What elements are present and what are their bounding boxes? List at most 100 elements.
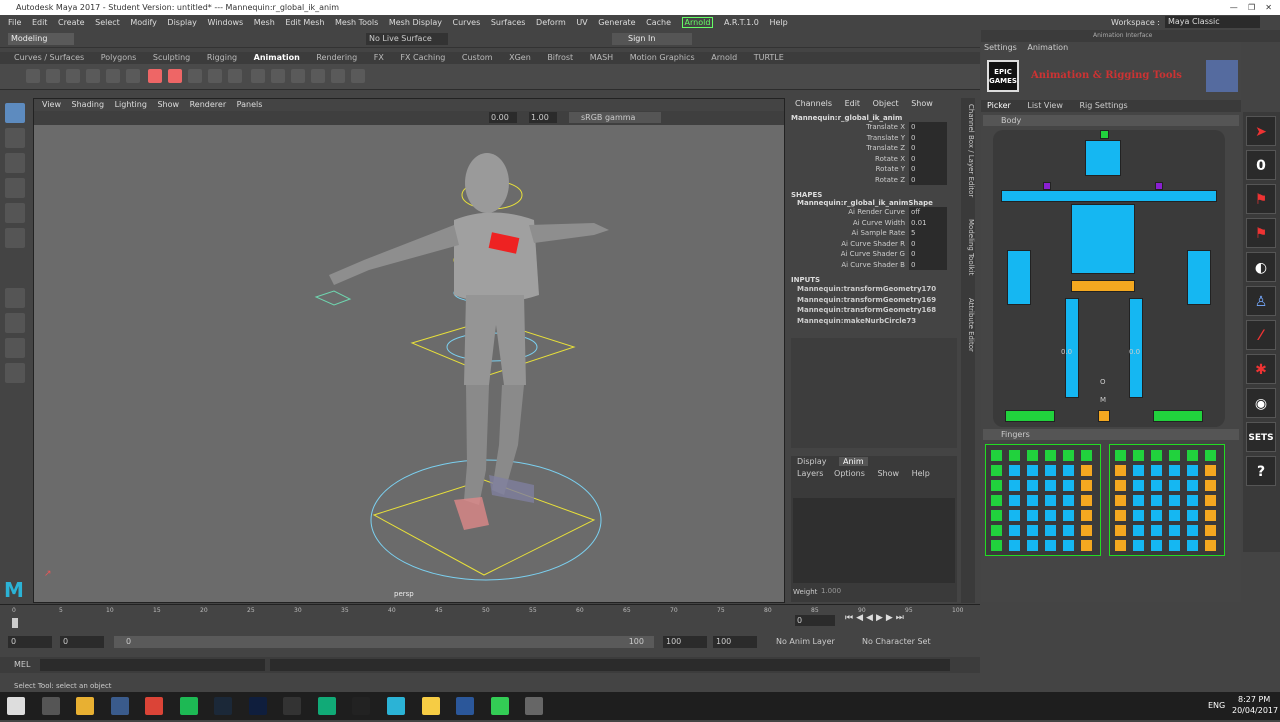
finger-control[interactable] xyxy=(1045,450,1056,461)
finger-control[interactable] xyxy=(1063,465,1074,476)
finger-control[interactable] xyxy=(1169,525,1180,536)
finger-control[interactable] xyxy=(1045,510,1056,521)
shelf-tab-arnold[interactable]: Arnold xyxy=(711,53,737,62)
shelf-tab-sculpting[interactable]: Sculpting xyxy=(153,53,190,62)
finger-control[interactable] xyxy=(1133,510,1144,521)
finger-control[interactable] xyxy=(1027,495,1038,506)
menu-curves[interactable]: Curves xyxy=(453,18,481,27)
cb-attr-value[interactable]: 0 xyxy=(909,259,947,270)
playback-start-field[interactable]: 0 xyxy=(60,636,104,648)
finger-control[interactable] xyxy=(1133,495,1144,506)
finger-control[interactable] xyxy=(1045,495,1056,506)
finger-control[interactable] xyxy=(1115,525,1126,536)
picker-control[interactable] xyxy=(1100,130,1109,139)
finger-control[interactable] xyxy=(1063,540,1074,551)
picker-control[interactable] xyxy=(1043,182,1051,190)
right-arm-control[interactable] xyxy=(1187,250,1211,305)
two-view-icon[interactable] xyxy=(5,338,25,358)
finger-control[interactable] xyxy=(1027,450,1038,461)
shelf-icon[interactable] xyxy=(290,69,305,83)
cb-attr-row[interactable]: Translate Z 0 xyxy=(789,143,959,154)
sign-in-button[interactable]: Sign In xyxy=(612,33,692,45)
shelf-icon[interactable] xyxy=(45,69,60,83)
finger-control[interactable] xyxy=(1009,525,1020,536)
finger-control[interactable] xyxy=(991,480,1002,491)
shelf-icon[interactable] xyxy=(330,69,345,83)
layer-menu-help[interactable]: Help xyxy=(912,469,930,478)
epic-launcher-icon[interactable] xyxy=(352,697,371,715)
finger-control[interactable] xyxy=(1169,540,1180,551)
shelf-icon[interactable] xyxy=(65,69,80,83)
shelf-tab-xgen[interactable]: XGen xyxy=(509,53,531,62)
finger-control[interactable] xyxy=(1187,525,1198,536)
zero-button[interactable]: 0 xyxy=(1246,150,1276,180)
cb-input-node[interactable]: Mannequin:makeNurbCircle73 xyxy=(789,316,959,327)
cb-attr-value[interactable]: 0 xyxy=(909,143,947,154)
layer-menu-options[interactable]: Options xyxy=(834,469,865,478)
finger-control[interactable] xyxy=(1027,480,1038,491)
cb-attr-row[interactable]: Translate X 0 xyxy=(789,122,959,133)
finger-control[interactable] xyxy=(1063,450,1074,461)
cb-attr-row[interactable]: Translate Y 0 xyxy=(789,132,959,143)
shelf-icon[interactable] xyxy=(105,69,120,83)
menu-edit-mesh[interactable]: Edit Mesh xyxy=(285,18,324,27)
menu-select[interactable]: Select xyxy=(95,18,120,27)
cb-shape-row[interactable]: Ai Curve Width 0.01 xyxy=(789,217,959,228)
move-tool-icon[interactable] xyxy=(5,178,25,198)
cb-shape-row[interactable]: Ai Curve Shader G 0 xyxy=(789,249,959,260)
vp-menu-panels[interactable]: Panels xyxy=(237,100,263,109)
finger-control[interactable] xyxy=(1115,540,1126,551)
finger-control[interactable] xyxy=(1151,540,1162,551)
menu-generate[interactable]: Generate xyxy=(598,18,635,27)
finger-control[interactable] xyxy=(1045,465,1056,476)
finger-control[interactable] xyxy=(1151,525,1162,536)
cb-attr-value[interactable]: 5 xyxy=(909,228,947,239)
shelf-tab-custom[interactable]: Custom xyxy=(462,53,493,62)
shelf-icon[interactable] xyxy=(350,69,365,83)
maya-taskbar-icon[interactable] xyxy=(387,697,406,715)
finger-control[interactable] xyxy=(1115,450,1126,461)
cb-attr-value[interactable]: 0 xyxy=(909,132,947,143)
cb-attr-value[interactable]: 0 xyxy=(909,249,947,260)
finger-control[interactable] xyxy=(1169,495,1180,506)
skeleton-icon[interactable]: ♙ xyxy=(1246,286,1276,316)
finger-control[interactable] xyxy=(1169,465,1180,476)
finger-control[interactable] xyxy=(1169,480,1180,491)
finger-control[interactable] xyxy=(1205,450,1216,461)
finger-control[interactable] xyxy=(1081,510,1092,521)
single-view-icon[interactable] xyxy=(5,288,25,308)
shelf-tab-rigging[interactable]: Rigging xyxy=(207,53,237,62)
finger-control[interactable] xyxy=(1205,540,1216,551)
cb-attr-row[interactable]: Rotate Z 0 xyxy=(789,174,959,185)
shelf-icon[interactable] xyxy=(125,69,140,83)
finger-control[interactable] xyxy=(1063,495,1074,506)
shelf-tab-curves[interactable]: Curves / Surfaces xyxy=(14,53,84,62)
finger-control[interactable] xyxy=(1151,480,1162,491)
finger-control[interactable] xyxy=(1169,450,1180,461)
mode-select[interactable]: Modeling xyxy=(8,33,74,45)
finger-control[interactable] xyxy=(1205,525,1216,536)
pelvis-control[interactable] xyxy=(1071,280,1135,292)
finger-control[interactable] xyxy=(1027,525,1038,536)
mel-label[interactable]: MEL xyxy=(14,660,30,669)
menu-modify[interactable]: Modify xyxy=(130,18,157,27)
shelf-icon[interactable] xyxy=(85,69,100,83)
finger-control[interactable] xyxy=(1045,480,1056,491)
finger-control[interactable] xyxy=(1133,540,1144,551)
outliner-icon[interactable] xyxy=(5,363,25,383)
finger-control[interactable] xyxy=(1045,540,1056,551)
menu-mesh-display[interactable]: Mesh Display xyxy=(389,18,442,27)
explorer-icon[interactable] xyxy=(76,697,95,715)
finger-control[interactable] xyxy=(1187,510,1198,521)
finger-control[interactable] xyxy=(1205,465,1216,476)
four-view-icon[interactable] xyxy=(5,313,25,333)
menu-display[interactable]: Display xyxy=(167,18,197,27)
cb-attr-value[interactable]: 0 xyxy=(909,122,947,133)
visibility-eye-icon[interactable]: ◉ xyxy=(1246,388,1276,418)
language-indicator[interactable]: ENG xyxy=(1208,701,1225,710)
shelf-icon[interactable] xyxy=(270,69,285,83)
rotate-tool-icon[interactable] xyxy=(5,203,25,223)
picker-control[interactable] xyxy=(1155,182,1163,190)
cb-node-name[interactable]: Mannequin:r_global_ik_anim xyxy=(789,114,959,122)
finger-control[interactable] xyxy=(991,525,1002,536)
